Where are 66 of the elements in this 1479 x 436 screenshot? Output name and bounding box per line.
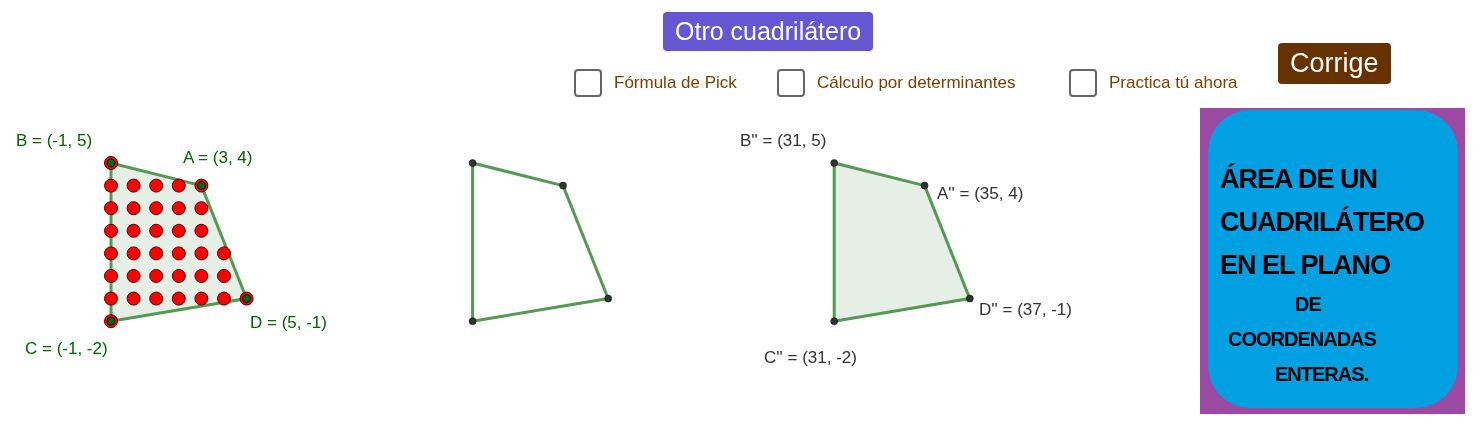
lattice-point: [171, 246, 186, 261]
lattice-point: [171, 223, 186, 238]
lattice-point: [149, 291, 164, 306]
lattice-point: [104, 246, 118, 261]
checkbox-label: Practica tú ahora: [1109, 73, 1238, 93]
lattice-point: [126, 223, 141, 238]
checkbox[interactable]: [574, 69, 602, 97]
vertex-point: [830, 317, 838, 325]
vertex-point: [194, 178, 209, 193]
lattice-point: [104, 269, 118, 283]
lattice-point: [104, 201, 118, 216]
lattice-point: [126, 178, 141, 193]
lattice-point: [194, 201, 209, 216]
lattice-point: [217, 269, 231, 283]
lattice-point: [126, 269, 141, 283]
lattice-point: [217, 291, 231, 306]
vertex-point: [604, 294, 612, 303]
lattice-point: [149, 269, 164, 283]
lattice-point: [104, 291, 118, 306]
lattice-point: [194, 269, 209, 283]
lattice-point: [194, 291, 209, 306]
vertex-point: [830, 159, 838, 167]
vertex-point: [559, 181, 567, 190]
lattice-point: [171, 269, 186, 283]
checkbox-label: Fórmula de Pick: [614, 73, 737, 93]
lattice-point: [149, 223, 164, 238]
lattice-point: [126, 246, 141, 261]
lattice-point: [149, 246, 164, 261]
checkbox[interactable]: [1069, 69, 1097, 97]
lattice-point: [126, 291, 141, 306]
title-line: CUADRILÁTERO: [1220, 205, 1424, 239]
point-label: C'' = (31, -2): [764, 348, 857, 368]
lattice-point: [171, 201, 186, 216]
lattice-point: [217, 246, 231, 261]
check-button[interactable]: Corrige: [1278, 43, 1391, 84]
vertex-point: [468, 159, 477, 167]
lattice-point: [104, 223, 118, 238]
lattice-point: [149, 201, 164, 216]
point-label: B'' = (31, 5): [740, 131, 827, 151]
new-shape-button[interactable]: Otro cuadrilátero: [663, 12, 874, 51]
title-line: EN EL PLANO: [1220, 249, 1391, 282]
vertex-point: [468, 317, 477, 325]
lattice-point: [194, 246, 209, 261]
checkbox[interactable]: [777, 69, 805, 97]
point-label: A = (3, 4): [183, 148, 253, 168]
vertex-point: [104, 156, 118, 170]
point-label: B = (-1, 5): [16, 131, 93, 151]
lattice-point: [126, 201, 141, 216]
lattice-point: [149, 178, 164, 193]
vertex-point: [920, 181, 929, 190]
title-line: ÁREA DE UN: [1220, 162, 1377, 196]
vertex-point: [104, 314, 118, 329]
lattice-point: [171, 291, 186, 306]
point-label: A'' = (35, 4): [937, 184, 1024, 204]
checkbox-label: Cálculo por determinantes: [817, 73, 1016, 93]
lattice-point: [171, 178, 186, 193]
lattice-point: [194, 223, 209, 238]
vertex-point: [966, 294, 974, 303]
title-line: ENTERAS.: [1275, 362, 1369, 387]
point-label: D = (5, -1): [250, 313, 327, 333]
title-line: COORDENADAS: [1228, 327, 1376, 352]
title-line: DE: [1295, 292, 1321, 317]
point-label: D'' = (37, -1): [979, 300, 1072, 320]
point-label: C = (-1, -2): [25, 339, 108, 359]
vertex-point: [239, 291, 254, 306]
lattice-point: [104, 178, 118, 193]
